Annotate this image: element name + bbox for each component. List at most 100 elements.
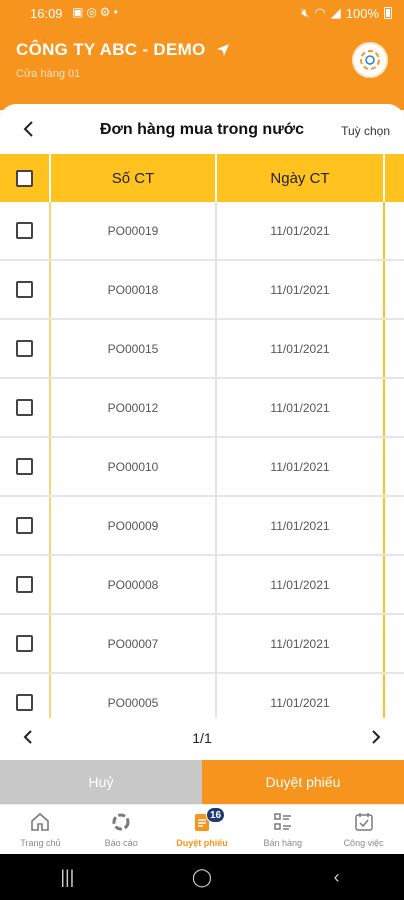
row-checkbox-cell [0, 202, 51, 259]
cell-extra [385, 497, 404, 554]
row-checkbox[interactable] [16, 576, 33, 593]
row-checkbox[interactable] [16, 222, 33, 239]
app-header: CÔNG TY ABC - DEMO Cửa hàng 01 [0, 28, 404, 110]
table-row[interactable]: PO00015 11/01/2021 [0, 320, 404, 379]
cancel-button[interactable]: Huỷ [0, 760, 202, 804]
title-bar: Đơn hàng mua trong nước Tuỳ chọn [0, 104, 404, 154]
system-nav-bar: ||| ◯ ‹ [0, 854, 404, 900]
location-arrow-icon [216, 44, 229, 56]
nav-label: Báo cáo [104, 838, 138, 848]
cell-ngay-ct: 11/01/2021 [217, 556, 385, 613]
task-icon [354, 813, 373, 831]
mute-icon: 🔇︎ [301, 5, 310, 20]
status-bar: 16:09 ▣◎⚙• 🔇︎ ◠ ◢ 100% [0, 0, 404, 28]
status-time: 16:09 [30, 6, 63, 21]
row-checkbox-cell [0, 438, 51, 495]
row-checkbox-cell [0, 674, 51, 718]
table-body: PO00019 11/01/2021 PO00018 11/01/2021 PO… [0, 202, 404, 718]
table-row[interactable]: PO00008 11/01/2021 [0, 556, 404, 615]
cell-ngay-ct: 11/01/2021 [217, 379, 385, 436]
row-checkbox-cell [0, 320, 51, 377]
back-arrow-icon[interactable]: ‹ [307, 867, 367, 888]
row-checkbox[interactable] [16, 281, 33, 298]
row-checkbox-cell [0, 261, 51, 318]
battery-percent: 100% [345, 5, 379, 21]
column-header-ngay-ct[interactable]: Ngày CT [217, 154, 385, 202]
notification-icons: ▣◎⚙• [72, 5, 121, 19]
recents-icon[interactable]: ||| [37, 867, 97, 888]
report-icon [112, 813, 130, 831]
cell-so-ct: PO00012 [51, 379, 217, 436]
table-header: Số CT Ngày CT [0, 154, 404, 202]
approve-button[interactable]: Duyệt phiếu [202, 760, 404, 804]
cell-ngay-ct: 11/01/2021 [217, 615, 385, 672]
chevron-right-icon [372, 730, 381, 744]
table-row[interactable]: PO00009 11/01/2021 [0, 497, 404, 556]
cell-extra [385, 379, 404, 436]
cell-so-ct: PO00018 [51, 261, 217, 318]
row-checkbox-cell [0, 379, 51, 436]
company-selector[interactable]: CÔNG TY ABC - DEMO [16, 40, 230, 60]
signal-icon: ◢ [330, 5, 341, 20]
cell-extra [385, 202, 404, 259]
content-card: Đơn hàng mua trong nước Tuỳ chọn Số CT N… [0, 104, 404, 760]
header-checkbox-cell [0, 154, 51, 202]
cell-ngay-ct: 11/01/2021 [217, 320, 385, 377]
cell-ngay-ct: 11/01/2021 [217, 674, 385, 718]
nav-label: Công việc [343, 838, 384, 848]
cell-extra [385, 261, 404, 318]
column-header-so-ct[interactable]: Số CT [51, 154, 217, 202]
action-bar: Huỷ Duyệt phiếu [0, 760, 404, 804]
row-checkbox[interactable] [16, 458, 33, 475]
cell-ngay-ct: 11/01/2021 [217, 438, 385, 495]
nav-label: Trang chủ [20, 838, 61, 848]
nav-item-tasks[interactable]: Công việc [323, 805, 404, 854]
row-checkbox[interactable] [16, 517, 33, 534]
home-circle-icon[interactable]: ◯ [172, 867, 232, 888]
row-checkbox[interactable] [16, 399, 33, 416]
cell-ngay-ct: 11/01/2021 [217, 497, 385, 554]
cell-so-ct: PO00015 [51, 320, 217, 377]
table-row[interactable]: PO00010 11/01/2021 [0, 438, 404, 497]
table-row[interactable]: PO00019 11/01/2021 [0, 202, 404, 261]
row-checkbox[interactable] [16, 635, 33, 652]
cell-so-ct: PO00008 [51, 556, 217, 613]
column-header-extra [385, 154, 404, 202]
nav-item-approve[interactable]: 16 Duyệt phiếu [162, 805, 243, 854]
table-row[interactable]: PO00007 11/01/2021 [0, 615, 404, 674]
order-table: Số CT Ngày CT PO00019 11/01/2021 PO00018… [0, 154, 404, 718]
wifi-icon: ◠ [314, 5, 326, 20]
table-row[interactable]: PO00018 11/01/2021 [0, 261, 404, 320]
row-checkbox[interactable] [16, 340, 33, 357]
cell-so-ct: PO00019 [51, 202, 217, 259]
cell-so-ct: PO00009 [51, 497, 217, 554]
nav-item-sales[interactable]: Bán hàng [242, 805, 323, 854]
page-indicator: 1/1 [192, 730, 212, 746]
nav-item-report[interactable]: Báo cáo [81, 805, 162, 854]
approve-badge: 16 [205, 807, 226, 823]
row-checkbox-cell [0, 556, 51, 613]
options-button[interactable]: Tuỳ chọn [341, 124, 390, 138]
row-checkbox[interactable] [16, 694, 33, 711]
nav-label: Duyệt phiếu [176, 838, 228, 848]
cell-so-ct: PO00007 [51, 615, 217, 672]
table-row[interactable]: PO00005 11/01/2021 [0, 674, 404, 718]
next-page-button[interactable] [368, 728, 384, 751]
avatar[interactable] [352, 42, 388, 78]
cell-ngay-ct: 11/01/2021 [217, 261, 385, 318]
status-right: 🔇︎ ◠ ◢ 100% [301, 5, 392, 21]
company-name: CÔNG TY ABC - DEMO [16, 40, 206, 59]
table-row[interactable]: PO00012 11/01/2021 [0, 379, 404, 438]
cell-extra [385, 674, 404, 718]
bottom-nav: Trang chủ Báo cáo 16 Duyệt phiếu Bán hàn… [0, 804, 404, 854]
cell-extra [385, 615, 404, 672]
row-checkbox-cell [0, 615, 51, 672]
pagination: 1/1 [0, 718, 404, 760]
select-all-checkbox[interactable] [16, 169, 33, 187]
cell-so-ct: PO00005 [51, 674, 217, 718]
cell-ngay-ct: 11/01/2021 [217, 202, 385, 259]
cell-extra [385, 556, 404, 613]
home-icon [31, 812, 50, 831]
nav-item-home[interactable]: Trang chủ [0, 805, 81, 854]
cell-extra [385, 320, 404, 377]
